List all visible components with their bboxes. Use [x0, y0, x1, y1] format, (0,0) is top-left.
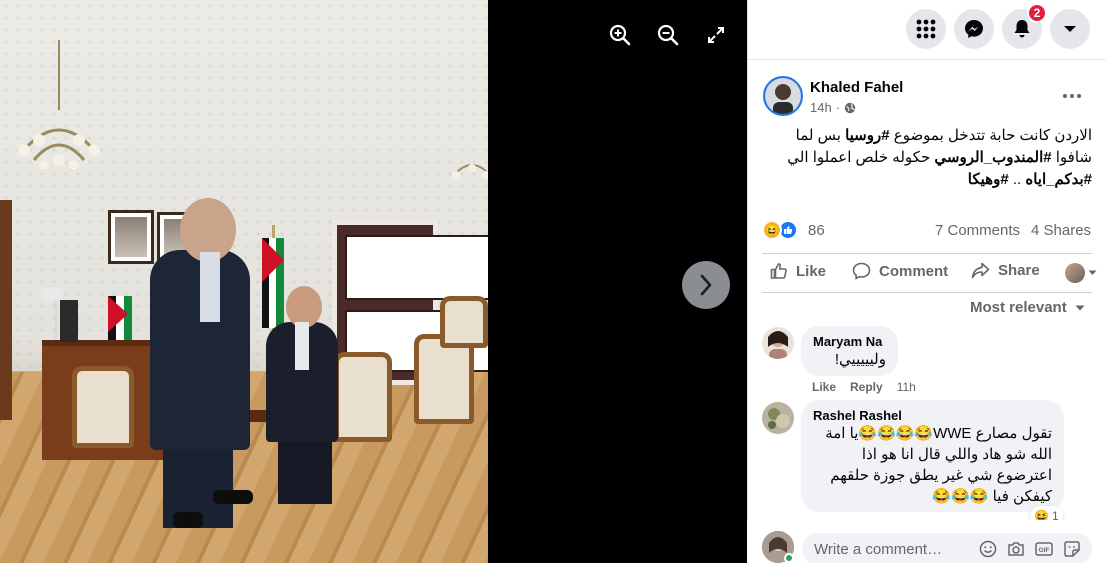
gif-icon[interactable]: GIF: [1034, 539, 1054, 559]
messenger-button[interactable]: [954, 9, 994, 49]
author-avatar[interactable]: [763, 76, 803, 116]
chandelier-right: [452, 164, 488, 179]
share-label: Share: [998, 262, 1040, 279]
account-menu-button[interactable]: [1050, 9, 1090, 49]
emoji-icon[interactable]: [978, 539, 998, 559]
sort-label: Most relevant: [970, 299, 1067, 316]
comment-label: Comment: [879, 262, 949, 280]
online-status-dot: [784, 553, 794, 563]
hashtag-russian-envoy[interactable]: #المندوب_الروسي: [934, 149, 1051, 166]
shoe-right: [213, 490, 253, 504]
shoe-left: [173, 512, 203, 528]
react-as-selector[interactable]: [1065, 263, 1097, 283]
comment-meta: Like Reply 11h: [812, 380, 916, 394]
comment-text-line-2: الله شو هاد واللي قال انا هو اذا: [861, 446, 1052, 463]
comment-like-link[interactable]: Like: [812, 380, 836, 394]
person-right-shirt: [295, 322, 309, 370]
bookshelf: [0, 200, 12, 420]
fullscreen-icon[interactable]: [701, 20, 731, 50]
post-photo: [0, 0, 488, 563]
zoom-in-icon[interactable]: [605, 20, 635, 50]
notification-badge: 2: [1027, 3, 1047, 23]
caret-down-icon: [1075, 305, 1085, 310]
comment-input[interactable]: [814, 533, 964, 563]
zoom-out-icon[interactable]: [653, 20, 683, 50]
commenter-photo: [762, 402, 794, 434]
hashtag-whatever-you-want[interactable]: #بدكم_اياه: [1025, 171, 1092, 188]
person-left-shirt: [200, 252, 220, 322]
armchair-left: [72, 366, 134, 448]
comment-composer[interactable]: GIF: [802, 533, 1092, 563]
post-text-line-3: #بدكم_اياه .. #وهيكا: [967, 171, 1092, 188]
commenter-avatar[interactable]: [762, 327, 794, 359]
post-text-line-1: الاردن كانت حابة تتدخل بموضوع #روسيا بس …: [795, 127, 1092, 144]
comment-bubble-icon: [852, 262, 871, 280]
portrait-frame-1: [108, 210, 154, 264]
monitor: [60, 300, 78, 342]
commenter-avatar[interactable]: [762, 402, 794, 434]
person-right-legs: [278, 438, 332, 504]
bell-icon: [1014, 20, 1030, 38]
post-options-button[interactable]: [1058, 84, 1086, 108]
react-as-avatar: [1065, 263, 1085, 283]
grid-icon: [916, 19, 936, 39]
comment-text-line-3: اعترضوع شي غير يطق جوزة حلقهم: [830, 467, 1052, 484]
caret-down-icon: [1064, 26, 1076, 32]
jordan-flag: [262, 238, 284, 328]
like-button[interactable]: Like: [770, 262, 826, 280]
write-comment-bar: GIF: [747, 520, 1106, 563]
haha-reaction-icon: 😆: [762, 220, 782, 240]
svg-text:GIF: GIF: [1039, 547, 1050, 554]
commenter-name[interactable]: Maryam Na: [813, 334, 886, 349]
more-dots-icon: [1063, 94, 1081, 98]
thumbs-up-icon: [770, 263, 787, 279]
post-text-line-2: شافوا #المندوب_الروسي حكوله خلص اعملوا ا…: [787, 149, 1092, 166]
comments-count[interactable]: 7 Comments: [935, 222, 1020, 239]
camera-icon[interactable]: [1006, 539, 1026, 559]
separator-dot: ·: [835, 100, 841, 115]
messenger-icon: [965, 20, 983, 38]
armchair-right: [334, 352, 392, 442]
post-timestamp[interactable]: 14h ·: [810, 100, 856, 115]
comment-bubble: Maryam Na وليييييي!: [801, 326, 898, 376]
globe-icon: [844, 102, 856, 113]
menu-grid-button[interactable]: [906, 9, 946, 49]
comment-button[interactable]: Comment: [852, 262, 948, 280]
post-time-text: 14h: [810, 100, 832, 115]
like-label: Like: [796, 262, 827, 280]
armchair-back: [440, 296, 488, 348]
comment-text: وليييييي!: [834, 351, 886, 368]
comment-text-line-4: كيفكن فيا 😂😂😂: [932, 488, 1052, 505]
commenter-photo: [762, 327, 794, 359]
comment-text-line-1: تقول مصارع WWE😂😂😂😂يا امة: [825, 425, 1052, 442]
shares-count[interactable]: 4 Shares: [1031, 222, 1091, 239]
chandelier-left: [18, 40, 100, 170]
comment-reply-link[interactable]: Reply: [850, 380, 883, 394]
author-name[interactable]: Khaled Fahel: [810, 79, 903, 96]
chevron-right-icon: [700, 274, 712, 296]
hashtag-and-so[interactable]: #وهيكا: [968, 171, 1009, 188]
commenter-name[interactable]: Rashel Rashel: [813, 408, 1052, 423]
share-arrow-icon: [971, 262, 990, 279]
reaction-count[interactable]: 86: [808, 222, 825, 239]
reaction-summary: 😆 86 7 Comments 4 Shares: [762, 220, 1092, 242]
comment-bubble: Rashel Rashel تقول مصارع WWE😂😂😂😂يا امة ا…: [801, 400, 1064, 512]
reaction-icons[interactable]: 😆: [762, 220, 800, 240]
share-button[interactable]: Share: [971, 262, 1040, 279]
hashtag-russia[interactable]: #روسيا: [845, 127, 890, 144]
comment-sort-dropdown[interactable]: Most relevant: [970, 299, 1085, 316]
comment-time[interactable]: 11h: [897, 380, 916, 394]
next-photo-button[interactable]: [682, 261, 730, 309]
post-actions: Like Comment Share: [762, 253, 1097, 293]
photo-viewer: [0, 0, 747, 563]
caret-down-icon: [1088, 270, 1097, 275]
sticker-icon[interactable]: [1062, 539, 1082, 559]
post-text: الاردن كانت حابة تتدخل بموضوع #روسيا بس …: [762, 125, 1092, 191]
author-photo: [765, 78, 801, 114]
